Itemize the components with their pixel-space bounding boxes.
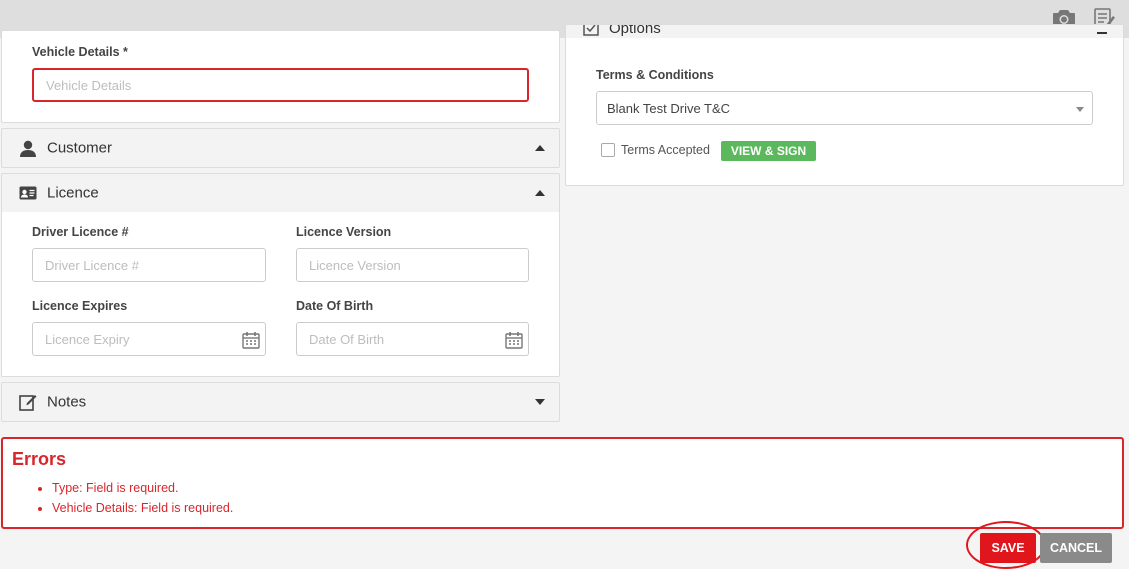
licence-section-header[interactable]: Licence — [1, 173, 560, 213]
terms-conditions-select[interactable]: Blank Test Drive T&C — [596, 91, 1093, 125]
licence-expires-label: Licence Expires — [32, 299, 128, 313]
edit-icon — [18, 393, 38, 411]
error-item: Vehicle Details: Field is required. — [52, 501, 233, 515]
terms-accepted-checkbox[interactable] — [601, 143, 615, 157]
calendar-icon[interactable] — [505, 331, 523, 349]
driver-licence-input[interactable] — [32, 248, 266, 282]
options-section-title: Options — [609, 25, 661, 37]
notes-section-title: Notes — [47, 393, 87, 411]
licence-version-input[interactable] — [296, 248, 529, 282]
save-button[interactable]: SAVE — [980, 533, 1036, 563]
chevron-up-icon[interactable] — [535, 145, 545, 151]
chevron-down-icon — [1076, 107, 1084, 112]
view-sign-button[interactable]: VIEW & SIGN — [721, 141, 816, 161]
errors-title: Errors — [12, 449, 67, 469]
errors-box: Errors Type: Field is required. Vehicle … — [1, 437, 1124, 529]
chevron-down-icon[interactable] — [535, 399, 545, 405]
terms-selected-value: Blank Test Drive T&C — [607, 100, 731, 116]
date-of-birth-input[interactable] — [296, 322, 529, 356]
user-icon — [18, 139, 38, 157]
licence-version-label: Licence Version — [296, 225, 392, 239]
vehicle-details-label: Vehicle Details * — [32, 45, 128, 59]
error-item: Type: Field is required. — [52, 481, 233, 495]
errors-list: Type: Field is required. Vehicle Details… — [52, 481, 233, 521]
notes-section-header[interactable]: Notes — [1, 382, 560, 422]
licence-expiry-input[interactable] — [32, 322, 266, 356]
customer-section-header[interactable]: Customer — [1, 128, 560, 168]
calendar-icon[interactable] — [242, 331, 260, 349]
options-section-header[interactable]: Options — [566, 25, 1123, 38]
chevron-up-icon[interactable] — [535, 190, 545, 196]
collapse-icon[interactable] — [1097, 32, 1107, 34]
licence-section-title: Licence — [47, 184, 99, 202]
vehicle-details-input[interactable] — [32, 68, 529, 102]
date-of-birth-label: Date Of Birth — [296, 299, 374, 313]
id-card-icon — [18, 184, 38, 202]
driver-licence-label: Driver Licence # — [32, 225, 129, 239]
checklist-icon — [582, 25, 600, 37]
terms-conditions-label: Terms & Conditions — [596, 68, 714, 82]
terms-accepted-label: Terms Accepted — [621, 143, 710, 157]
customer-section-title: Customer — [47, 139, 113, 157]
cancel-button[interactable]: CANCEL — [1040, 533, 1112, 563]
